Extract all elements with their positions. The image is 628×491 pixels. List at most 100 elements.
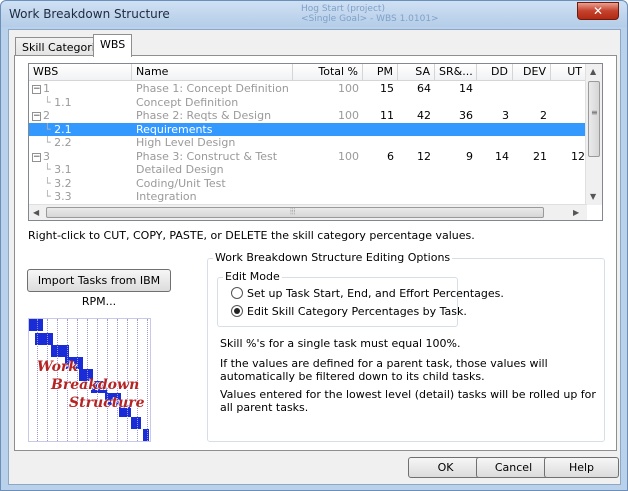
sr-cell[interactable]: 14 [435, 82, 473, 95]
help-button[interactable]: Help [544, 457, 619, 478]
table-row[interactable]: −1 Phase 1: Concept Definition 100 15 64 14 [29, 82, 586, 95]
collapse-icon[interactable]: − [32, 85, 41, 94]
total-cell[interactable] [293, 190, 359, 203]
dev-cell[interactable] [513, 123, 547, 136]
column-header-total[interactable]: Total % [293, 64, 363, 81]
table-row[interactable]: └ 3.2 Coding/Unit Test [29, 177, 586, 190]
name-cell[interactable]: Concept Definition [132, 96, 293, 109]
dev-cell[interactable] [513, 177, 547, 190]
total-cell[interactable] [293, 136, 359, 149]
sr-cell[interactable] [435, 96, 473, 109]
collapse-icon[interactable]: − [32, 152, 41, 162]
scroll-left-icon[interactable]: ◀ [33, 208, 39, 217]
sr-cell[interactable]: 9 [435, 150, 473, 163]
pm-cell[interactable] [363, 163, 394, 176]
pm-cell[interactable]: 11 [363, 109, 394, 122]
wbs-cell[interactable]: └ 3.2 [44, 177, 130, 190]
ut-cell[interactable] [551, 109, 585, 122]
pm-cell[interactable]: 15 [363, 82, 394, 95]
dev-cell[interactable] [513, 163, 547, 176]
dev-cell[interactable]: 2 [513, 109, 547, 122]
radio-on-icon[interactable] [231, 305, 243, 317]
sr-cell[interactable] [435, 177, 473, 190]
wbs-cell[interactable]: └ 3.1 [44, 163, 130, 176]
total-cell[interactable] [293, 177, 359, 190]
sa-cell[interactable]: 42 [398, 109, 431, 122]
total-cell[interactable]: 100 [293, 82, 359, 95]
sa-cell[interactable] [398, 136, 431, 149]
sa-cell[interactable] [398, 96, 431, 109]
sr-cell[interactable] [435, 190, 473, 203]
name-cell[interactable]: Requirements [132, 123, 293, 136]
column-header-sa[interactable]: SA [398, 64, 435, 81]
tab-wbs[interactable]: WBS [93, 34, 133, 57]
dd-cell[interactable] [477, 177, 509, 190]
scroll-down-icon[interactable]: ▼ [590, 192, 596, 201]
wbs-grid[interactable]: WBS Name Total % PM SA SR&... DD DEV UT … [28, 63, 603, 221]
table-row[interactable]: └ 2.1 Requirements [29, 122, 586, 136]
column-header-sr[interactable]: SR&... [435, 64, 477, 81]
sr-cell[interactable] [435, 136, 473, 149]
dd-cell[interactable] [477, 96, 509, 109]
title-bar[interactable]: Work Breakdown Structure Hog Start (proj… [1, 1, 627, 27]
dd-cell[interactable] [477, 163, 509, 176]
wbs-cell[interactable]: −2 [32, 109, 130, 122]
ut-cell[interactable] [551, 96, 585, 109]
ut-cell[interactable] [551, 190, 585, 203]
ut-cell[interactable] [551, 163, 585, 176]
table-row[interactable]: └ 3.3 Integration [29, 190, 586, 203]
dd-cell[interactable] [477, 82, 509, 95]
name-cell[interactable]: Integration [132, 190, 293, 203]
table-row[interactable]: −3 Phase 3: Construct & Test 100 6 12 9 14 21 12 [29, 150, 586, 163]
radio-setup-tasks[interactable]: Set up Task Start, End, and Effort Perce… [231, 287, 504, 301]
wbs-cell[interactable]: └ 1.1 [44, 96, 130, 109]
wbs-cell[interactable]: −3 [32, 150, 130, 163]
table-row[interactable]: └ 1.1 Concept Definition [29, 96, 586, 109]
total-cell[interactable] [293, 163, 359, 176]
sa-cell[interactable] [398, 190, 431, 203]
radio-off-icon[interactable] [231, 287, 243, 299]
horizontal-scrollbar[interactable]: ◀ ⦙⦙⦙ ▶ [29, 204, 587, 220]
pm-cell[interactable] [363, 123, 394, 136]
dev-cell[interactable] [513, 136, 547, 149]
dd-cell[interactable] [477, 123, 509, 136]
close-button[interactable]: ✕ [577, 2, 619, 20]
collapse-icon[interactable]: − [32, 112, 41, 121]
wbs-cell[interactable]: └ 2.1 [44, 123, 130, 136]
ut-cell[interactable] [551, 123, 585, 136]
sr-cell[interactable]: 36 [435, 109, 473, 122]
ut-cell[interactable] [551, 82, 585, 95]
pm-cell[interactable] [363, 96, 394, 109]
sr-cell[interactable] [435, 123, 473, 136]
sa-cell[interactable]: 12 [398, 150, 431, 163]
dd-cell[interactable]: 14 [477, 150, 509, 163]
vertical-scrollbar[interactable]: ▲ ≡ ▼ [585, 64, 602, 205]
column-header-dd[interactable]: DD [477, 64, 513, 81]
pm-cell[interactable] [363, 136, 394, 149]
dev-cell[interactable]: 21 [513, 150, 547, 163]
sr-cell[interactable] [435, 163, 473, 176]
pm-cell[interactable] [363, 190, 394, 203]
table-row[interactable]: −2 Phase 2: Reqts & Design 100 11 42 36 3 2 [29, 109, 586, 122]
total-cell[interactable]: 100 [293, 109, 359, 122]
total-cell[interactable] [293, 123, 359, 136]
name-cell[interactable]: Phase 1: Concept Definition [132, 82, 293, 95]
total-cell[interactable]: 100 [293, 150, 359, 163]
pm-cell[interactable]: 6 [363, 150, 394, 163]
table-row[interactable]: └ 3.1 Detailed Design [29, 163, 586, 176]
ut-cell[interactable]: 12 [551, 150, 585, 163]
wbs-cell[interactable]: └ 2.2 [44, 136, 130, 149]
sa-cell[interactable] [398, 177, 431, 190]
pm-cell[interactable] [363, 177, 394, 190]
total-cell[interactable] [293, 96, 359, 109]
dd-cell[interactable] [477, 136, 509, 149]
name-cell[interactable]: Coding/Unit Test [132, 177, 293, 190]
column-header-dev[interactable]: DEV [513, 64, 551, 81]
dd-cell[interactable] [477, 190, 509, 203]
name-cell[interactable]: High Level Design [132, 136, 293, 149]
ok-button[interactable]: OK [408, 457, 483, 478]
cancel-button[interactable]: Cancel [476, 457, 551, 478]
wbs-cell[interactable]: └ 3.3 [44, 190, 130, 203]
name-cell[interactable]: Phase 2: Reqts & Design [132, 109, 293, 122]
import-tasks-button[interactable]: Import Tasks from IBM RPM... [27, 269, 171, 308]
